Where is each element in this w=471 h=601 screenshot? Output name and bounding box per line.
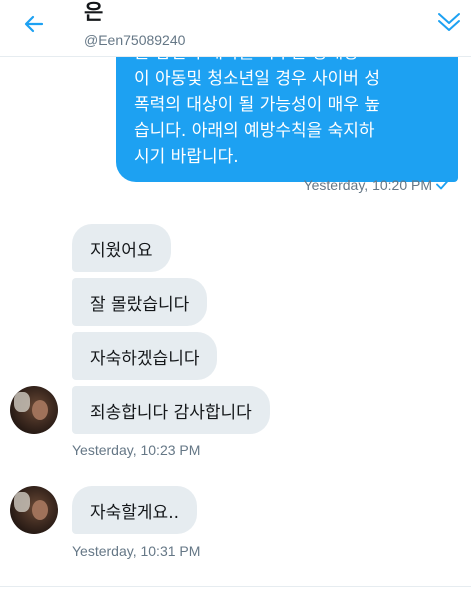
incoming-message-bubble[interactable]: 자숙하겠습니다 xyxy=(72,332,218,380)
composer-divider xyxy=(0,586,471,587)
dm-conversation: 는 답신과 대화를 나누는 상대방 이 아동및 청소년일 경우 사이버 성 폭력… xyxy=(0,0,471,601)
message-line: 이 아동및 청소년일 경우 사이버 성 xyxy=(134,69,380,89)
conversation-header: 은 @Een75089240 xyxy=(0,0,471,57)
avatar-highlight xyxy=(14,392,30,412)
avatar-face xyxy=(32,400,48,420)
incoming-message-bubble[interactable]: 지웠어요 xyxy=(72,224,171,272)
incoming-message-bubble[interactable]: 잘 몰랐습니다 xyxy=(72,278,208,326)
message-line: 시기 바랍니다. xyxy=(134,147,239,167)
incoming-message-bubble[interactable]: 죄송합니다 감사합니다 xyxy=(72,386,270,434)
back-button[interactable] xyxy=(14,6,54,46)
contact-name[interactable]: 은 xyxy=(84,0,103,26)
incoming-message-bubble[interactable]: 자숙할게요.. xyxy=(72,486,198,534)
message-line: 습니다. 아래의 예방수칙을 숙지하 xyxy=(134,121,375,141)
back-arrow-icon xyxy=(22,12,46,40)
avatar-highlight xyxy=(14,492,30,512)
avatar-face xyxy=(32,500,48,520)
outgoing-message-meta: Yesterday, 10:20 PM xyxy=(304,177,450,193)
message-timestamp: Yesterday, 10:31 PM xyxy=(72,543,201,559)
message-line: 폭력의 대상이 될 가능성이 매우 높 xyxy=(134,95,380,115)
message-timestamp: Yesterday, 10:23 PM xyxy=(72,442,201,458)
message-timestamp: Yesterday, 10:20 PM xyxy=(303,177,432,193)
avatar[interactable] xyxy=(10,386,58,434)
contact-handle[interactable]: @Een75089240 xyxy=(84,31,185,49)
avatar[interactable] xyxy=(10,486,58,534)
chevron-down-icon xyxy=(436,9,462,39)
conversation-options-button[interactable] xyxy=(433,8,465,40)
check-icon xyxy=(436,177,450,193)
